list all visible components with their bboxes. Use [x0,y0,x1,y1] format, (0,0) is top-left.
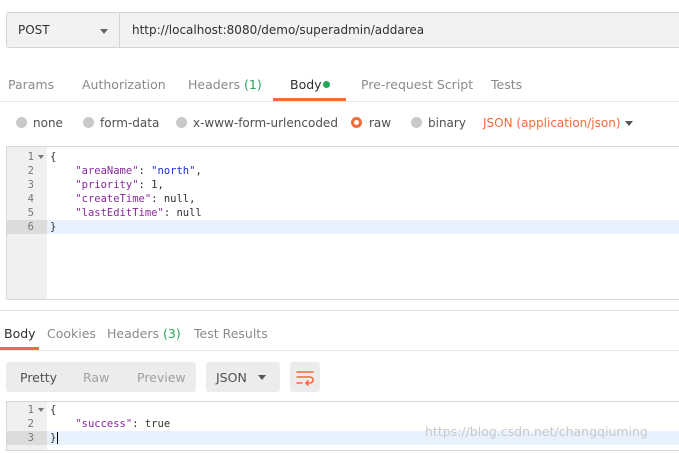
request-body-editor[interactable]: 1 { 2 "areaName": "north", 3 "priority":… [6,146,679,300]
radio-none-label: none [33,116,63,130]
line-number: 4 [27,193,34,205]
response-divider [0,310,679,311]
line-number: 5 [27,207,34,219]
code-line: 2 "areaName": "north", [7,164,679,178]
line-number: 2 [27,418,34,430]
response-headers-count-badge: (3) [163,326,181,341]
radio-binary[interactable] [411,117,422,128]
code-text: "success": true [75,418,171,430]
json-value: "north" [151,165,196,177]
chevron-down-icon[interactable] [625,121,633,126]
response-tab-test-results[interactable]: Test Results [194,326,268,341]
response-tab-headers-label: Headers [107,326,160,341]
method-dropdown[interactable]: POST [6,12,120,48]
radio-urlencoded-label: x-www-form-urlencoded [193,116,338,130]
code-line: 3 "priority": 1, [7,178,679,192]
radio-form-data-label: form-data [100,116,160,130]
watermark: https://blog.csdn.net/changqiuming [425,424,648,439]
line-number: 1 [27,404,34,416]
json-key: "lastEditTime" [75,207,164,219]
tab-body[interactable]: Body [290,77,322,92]
code-line: 1 { [7,150,679,164]
radio-raw[interactable] [351,117,362,128]
tab-tests[interactable]: Tests [491,77,522,92]
json-value: null [176,207,202,219]
wrap-lines-button[interactable] [290,362,320,392]
radio-raw-label: raw [369,116,392,130]
code-text: "areaName": "north", [75,165,202,177]
code-line: 4 "createTime": null, [7,192,679,206]
json-key: "priority" [75,179,139,191]
json-value: true [144,418,171,430]
radio-urlencoded[interactable] [176,117,187,128]
line-number: 6 [27,221,34,233]
code-text: } [50,221,57,233]
radio-binary-label: binary [428,116,466,130]
format-label: JSON [216,370,247,385]
fold-arrow-icon[interactable] [38,408,44,412]
json-key: "createTime" [75,193,152,205]
code-text: { [50,404,57,416]
response-tab-headers[interactable]: Headers (3) [107,326,181,341]
code-text: "createTime": null, [75,193,196,205]
url-text: http://localhost:8080/demo/superadmin/ad… [132,23,425,37]
tab-headers-label: Headers [188,77,241,92]
body-indicator-dot [323,81,330,88]
headers-count-badge: (1) [244,77,262,92]
wrap-lines-icon [296,371,314,386]
response-tabs-divider [0,350,679,351]
url-input[interactable]: http://localhost:8080/demo/superadmin/ad… [120,12,679,48]
radio-none[interactable] [16,117,27,128]
response-tab-body[interactable]: Body [4,326,36,341]
content-type-dropdown[interactable]: JSON (application/json) [483,116,621,130]
code-text: "lastEditTime": null [75,207,202,219]
code-text: "priority": 1, [75,179,164,191]
tab-params[interactable]: Params [8,77,54,92]
view-raw-button[interactable]: Raw [83,370,109,385]
text-cursor [57,432,59,444]
tab-authorization[interactable]: Authorization [82,77,166,92]
format-dropdown[interactable]: JSON [206,362,280,392]
code-line: 1 { [7,403,679,417]
json-value: null [163,193,190,205]
line-number: 3 [27,432,34,444]
response-tab-cookies[interactable]: Cookies [47,326,96,341]
line-number: 2 [27,165,34,177]
method-label: POST [18,23,50,37]
radio-form-data[interactable] [83,117,94,128]
chevron-down-icon [100,29,108,34]
view-pretty-button[interactable]: Pretty [20,370,57,385]
view-preview-button[interactable]: Preview [137,370,186,385]
chevron-down-icon [258,375,266,380]
json-key: "areaName" [75,165,139,177]
tabs-divider [0,101,679,102]
line-number: 3 [27,179,34,191]
code-line: 5 "lastEditTime": null [7,206,679,220]
code-text: { [50,151,57,163]
tab-pre-request-script[interactable]: Pre-request Script [361,77,473,92]
view-mode-group: Pretty Raw Preview [6,362,196,392]
fold-arrow-icon[interactable] [38,155,44,159]
json-key: "success" [75,418,133,430]
code-line-active: 6 } [7,220,679,234]
line-number: 1 [27,151,34,163]
tab-headers[interactable]: Headers (1) [188,77,262,92]
code-text: } [50,432,59,444]
